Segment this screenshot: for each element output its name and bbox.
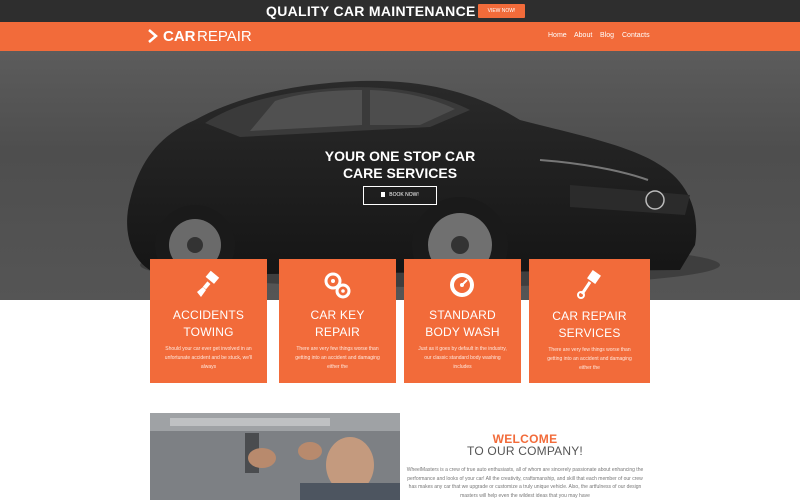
- service-card-accidents[interactable]: ACCIDENTS TOWING Should your car ever ge…: [150, 259, 267, 383]
- navbar: CAR REPAIR Home About Blog Contacts: [0, 22, 800, 51]
- service-title: CAR KEY REPAIR: [279, 307, 396, 341]
- service-title: STANDARD BODY WASH: [404, 307, 521, 341]
- service-text: There are very few things worse than get…: [295, 346, 380, 370]
- book-now-button[interactable]: BOOK NOW!: [363, 186, 437, 205]
- service-title-line1: CAR REPAIR: [552, 309, 627, 323]
- service-title: CAR REPAIR SERVICES: [529, 308, 650, 342]
- service-title-line1: ACCIDENTS: [172, 308, 245, 322]
- service-card-car-repair[interactable]: CAR REPAIR SERVICES There are very few t…: [529, 259, 650, 383]
- service-text: Just as it goes by default in the indust…: [418, 346, 507, 370]
- company-subheading: TO OUR COMPANY!: [467, 444, 583, 458]
- hero-title-line1: YOUR ONE STOP CAR: [324, 148, 476, 164]
- hero-title-line2: CARE SERVICES: [342, 165, 458, 181]
- service-title-line2: SERVICES: [558, 326, 621, 340]
- service-text: Should your car ever get involved in an …: [164, 346, 253, 370]
- service-card-body-wash[interactable]: STANDARD BODY WASH Just as it goes by de…: [404, 259, 521, 383]
- chevron-logo-icon: [148, 29, 158, 43]
- service-card-car-key[interactable]: CAR KEY REPAIR There are very few things…: [279, 259, 396, 383]
- nav-contacts[interactable]: Contacts: [622, 32, 650, 39]
- nav-about[interactable]: About: [574, 32, 592, 39]
- gears-icon: [324, 272, 351, 299]
- service-title-line1: CAR KEY: [310, 308, 365, 322]
- service-title-line2: REPAIR: [315, 325, 360, 339]
- about-paragraph: WheelMasters is a crew of true auto enth…: [406, 467, 644, 499]
- service-text: There are very few things worse than get…: [547, 347, 632, 371]
- service-title: ACCIDENTS TOWING: [150, 307, 267, 341]
- nav-blog[interactable]: Blog: [600, 32, 614, 39]
- book-icon: [381, 192, 386, 198]
- paint-brush-icon: [197, 270, 220, 297]
- service-title-line1: STANDARD: [429, 308, 496, 322]
- hero-banner: YOUR ONE STOP CAR CARE SERVICES BOOK NOW…: [0, 51, 800, 300]
- promo-bar: QUALITY CAR MAINTENANCE VIEW NOW!: [0, 0, 800, 22]
- nav-home[interactable]: Home: [548, 32, 567, 39]
- mechanic-photo: [150, 413, 400, 500]
- promo-title: QUALITY CAR MAINTENANCE: [266, 3, 476, 19]
- logo-text-thin[interactable]: REPAIR: [197, 28, 252, 45]
- service-title-line2: TOWING: [183, 325, 234, 339]
- piston-icon: [577, 270, 601, 299]
- speedometer-icon: [450, 273, 474, 297]
- hero-title: YOUR ONE STOP CAR CARE SERVICES: [300, 148, 500, 182]
- logo-text-bold[interactable]: CAR: [163, 28, 196, 45]
- view-now-button[interactable]: VIEW NOW!: [478, 4, 525, 18]
- book-now-label: BOOK NOW!: [389, 192, 419, 198]
- service-title-line2: BODY WASH: [425, 325, 500, 339]
